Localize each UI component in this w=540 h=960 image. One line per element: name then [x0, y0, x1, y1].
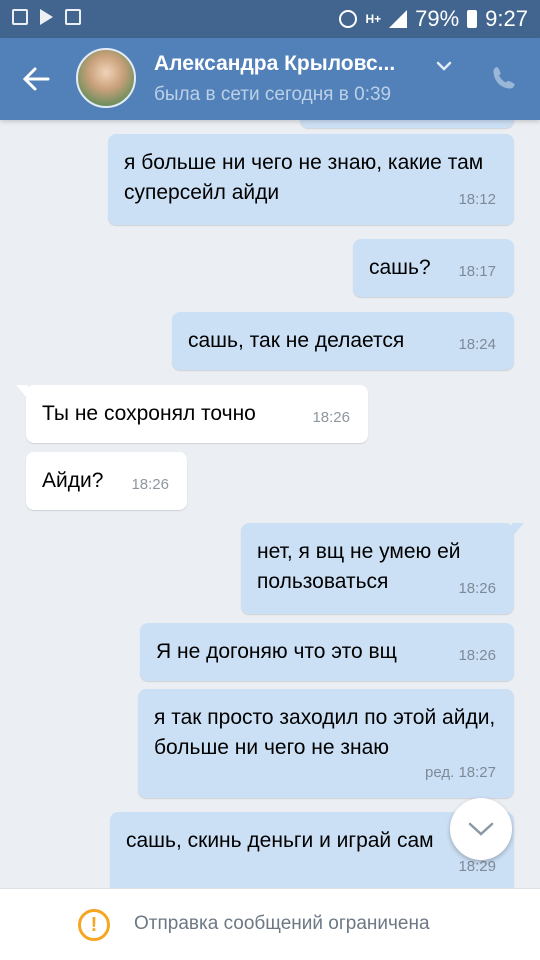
clock: 9:27	[485, 6, 528, 31]
network-type-icon: H+	[365, 12, 382, 26]
gallery-notification-icon	[12, 9, 28, 25]
message-bubble[interactable]: Айди? 18:26	[26, 452, 187, 510]
message-time: 18:24	[458, 336, 496, 353]
battery-icon	[467, 10, 478, 28]
chat-header: Александра Крыловс... была в сети сегодн…	[0, 38, 540, 120]
message-text: я больше ни чего не знаю, какие там супе…	[124, 151, 484, 204]
alarm-icon	[339, 10, 358, 28]
status-bar: H+ 79% 9:27	[0, 0, 540, 38]
play-notification-icon	[40, 9, 53, 25]
message-text: я так просто заходил по этой айди, больш…	[154, 706, 496, 759]
message-time: 18:26	[458, 580, 496, 597]
message-time: 18:26	[131, 476, 169, 493]
message-text: Я не догоняю что это вщ	[156, 640, 397, 663]
message-text: Айди?	[42, 469, 104, 492]
message-restriction-bar: ! Отправка сообщений ограничена	[0, 888, 540, 960]
message-bubble[interactable]: Ты не сохронял точно 18:26	[16, 385, 368, 443]
message-time: 18:26	[312, 409, 350, 426]
message-bubble[interactable]: я так просто заходил по этой айди, больш…	[138, 689, 514, 798]
arrow-left-icon	[22, 67, 50, 91]
message-feed[interactable]: я больше ни чего не знаю, какие там супе…	[0, 120, 540, 888]
message-text: сашь, скинь деньги и играй сам	[126, 829, 434, 852]
avatar[interactable]	[76, 48, 136, 108]
message-text: нет, я вщ не умею ей пользоваться	[257, 540, 461, 593]
message-time: 18:17	[458, 263, 496, 280]
signal-icon	[389, 10, 408, 28]
message-text: сашь?	[369, 256, 431, 279]
message-bubble[interactable]: сашь, так не делается 18:24	[172, 312, 514, 370]
bubble-tail	[16, 385, 28, 399]
battery-percent: 79%	[415, 6, 460, 31]
contact-name[interactable]: Александра Крыловс...	[154, 52, 424, 76]
last-seen-status: была в сети сегодня в 0:39	[154, 84, 392, 105]
message-text: Ты не сохронял точно	[42, 402, 256, 425]
scroll-to-bottom-button[interactable]	[450, 798, 512, 860]
warning-icon: !	[78, 909, 110, 941]
bubble-tail	[512, 523, 524, 537]
restriction-notice: Отправка сообщений ограничена	[134, 913, 430, 934]
phone-call-icon[interactable]	[490, 64, 518, 92]
message-bubble[interactable]: Я не догоняю что это вщ 18:26	[140, 623, 514, 681]
message-bubble[interactable]: нет, я вщ не умею ей пользоваться 18:26	[241, 523, 524, 614]
message-bubble[interactable]: я больше ни чего не знаю, какие там супе…	[108, 134, 514, 225]
download-notification-icon	[65, 9, 81, 25]
back-button[interactable]	[22, 66, 50, 92]
message-text: сашь, так не делается	[188, 329, 405, 352]
message-time: ред. 18:27	[425, 764, 496, 781]
message-time: 18:26	[458, 647, 496, 664]
message-bubble[interactable]: сашь? 18:17	[353, 239, 514, 297]
chevron-down-icon[interactable]	[436, 60, 452, 72]
message-time: 18:12	[458, 191, 496, 208]
message-bubble-partial	[300, 120, 514, 128]
chevron-down-icon	[468, 822, 494, 836]
